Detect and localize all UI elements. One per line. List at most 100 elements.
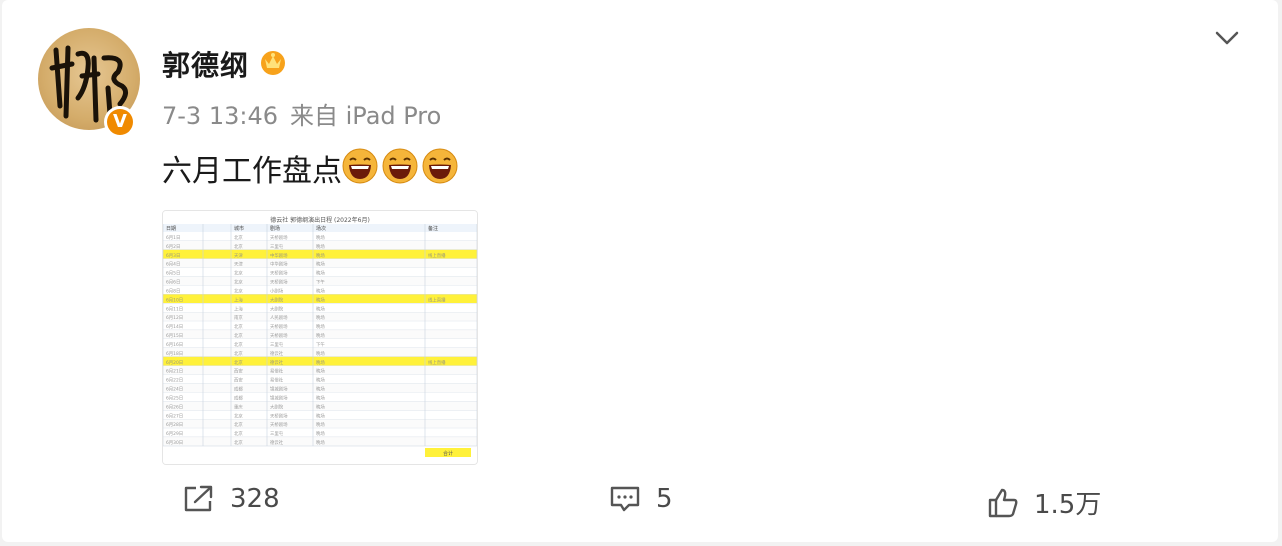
sheet-header-cell: 城市	[234, 225, 244, 232]
sheet-header-cell: 备注	[428, 225, 438, 232]
sheet-cell: 6月5日	[166, 271, 180, 277]
sheet-cell: 德云社	[270, 359, 284, 366]
sheet-cell: 北京	[234, 243, 243, 250]
sheet-cell: 锦城剧场	[270, 386, 288, 393]
laughing-emoji-icon	[422, 148, 458, 184]
sheet-cell: 北京	[234, 234, 243, 241]
sheet-cell: 6月22日	[166, 378, 183, 384]
sheet-cell: 6月21日	[166, 369, 183, 375]
post-time[interactable]: 7-3 13:46	[162, 102, 278, 130]
sheet-cell: 晚场	[316, 243, 325, 250]
weibo-post-card: V 郭德纲 7-3 13:46 来自 iPad Pro 六月工作盘点 德云社 郭…	[2, 0, 1278, 542]
sheet-cell: 上海	[234, 305, 243, 312]
sheet-cell: 6月20日	[166, 360, 183, 366]
emoji-group	[342, 148, 458, 184]
sheet-cell: 北京	[234, 350, 243, 357]
comment-count: 5	[656, 484, 673, 514]
sheet-cell: 三里屯	[270, 341, 284, 348]
sheet-cell: 西安	[234, 377, 243, 384]
sheet-cell: 北京	[234, 359, 243, 366]
comment-button[interactable]: 5	[608, 484, 673, 514]
sheet-cell: 晚场	[316, 350, 325, 357]
sheet-cell: 德云社	[270, 350, 284, 357]
sheet-cell: 北京	[234, 439, 243, 446]
repost-count: 328	[230, 484, 280, 514]
post-text: 六月工作盘点	[162, 154, 342, 189]
sheet-cell: 晚场	[316, 252, 325, 259]
sheet-cell: 6月18日	[166, 351, 183, 357]
sheet-cell: 人民剧场	[270, 314, 288, 321]
sheet-cell: 北京	[234, 279, 243, 286]
sheet-cell: 晚场	[316, 430, 325, 437]
sheet-cell: 6月8日	[166, 288, 180, 294]
sheet-cell: 6月26日	[166, 404, 183, 410]
sheet-cell: 晚场	[316, 234, 325, 241]
sheet-cell: 6月29日	[166, 431, 183, 437]
sheet-cell: 天桥剧场	[270, 234, 288, 241]
sheet-cell: 6月2日	[166, 244, 180, 250]
sheet-cell: 6月11日	[166, 306, 183, 312]
comment-icon	[610, 486, 640, 512]
sheet-cell: 小剧场	[270, 287, 284, 294]
verified-v-icon: V	[107, 109, 133, 135]
sheet-cell: 天津	[234, 261, 243, 268]
sheet-cell: 晚场	[316, 359, 325, 366]
sheet-cell: 大剧院	[270, 305, 284, 312]
sheet-cell: 6月25日	[166, 395, 183, 401]
sheet-cell: 北京	[234, 421, 243, 428]
sheet-cell: 6月12日	[166, 315, 183, 321]
sheet-cell: 上海	[234, 296, 243, 303]
laughing-emoji-icon	[382, 148, 418, 184]
sheet-cell: 天津	[234, 252, 243, 259]
sheet-cell: 大剧院	[270, 403, 284, 410]
sheet-cell: 北京	[234, 430, 243, 437]
sheet-cell: 晚场	[316, 323, 325, 330]
sheet-cell: 6月3日	[166, 253, 180, 259]
username[interactable]: 郭德纲	[162, 44, 249, 84]
sheet-cell: 晚场	[316, 394, 325, 401]
sheet-header-cell: 场次	[316, 225, 326, 232]
sheet-cell: 晚场	[316, 305, 325, 312]
sheet-cell: 北京	[234, 287, 243, 294]
sheet-cell: 晚场	[316, 421, 325, 428]
sheet-cell: 线上直播	[428, 296, 446, 303]
sheet-cell: 大剧院	[270, 296, 284, 303]
sheet-cell: 6月6日	[166, 280, 180, 286]
sheet-cell: 易俗社	[270, 368, 284, 375]
sheet-cell: 6月28日	[166, 422, 183, 428]
post-image[interactable]: 德云社 郭德纲演出日程 (2022年6月) 日期 城市 剧场 场次 备注 6月1日 北京 天桥剧…	[162, 210, 478, 465]
sheet-cell: 三里屯	[270, 430, 284, 437]
sheet-cell: 西安	[234, 368, 243, 375]
sheet-cell: 天桥剧场	[270, 412, 288, 419]
sheet-cell: 晚场	[316, 386, 325, 393]
chevron-down-icon[interactable]	[1214, 28, 1240, 53]
sheet-cell: 晚场	[316, 439, 325, 446]
sheet-cell: 北京	[234, 323, 243, 330]
sheet-cell: 6月15日	[166, 333, 183, 339]
sheet-cell: 晚场	[316, 403, 325, 410]
repost-button[interactable]: 328	[182, 484, 280, 514]
sheet-cell: 晚场	[316, 287, 325, 294]
post-meta: 7-3 13:46 来自 iPad Pro	[162, 96, 453, 131]
sheet-cell: 北京	[234, 341, 243, 348]
repost-icon	[184, 485, 213, 512]
sheet-cell: 下午	[316, 279, 325, 286]
sheet-cell: 北京	[234, 332, 243, 339]
sheet-cell: 天桥剧场	[270, 323, 288, 330]
sheet-cell: 中华剧场	[270, 261, 288, 268]
sheet-cell: 德云社	[270, 439, 284, 446]
vip-crown-icon[interactable]	[258, 48, 288, 81]
like-count: 1.5万	[1034, 490, 1102, 520]
laughing-emoji-icon	[342, 148, 378, 184]
sheet-cell: 晚场	[316, 296, 325, 303]
sheet-cell: 北京	[234, 412, 243, 419]
sheet-cell: 中华剧场	[270, 252, 288, 259]
sheet-cell: 6月16日	[166, 342, 183, 348]
action-bar: 328 5 1.5万	[2, 484, 1278, 520]
like-button[interactable]: 1.5万	[986, 484, 1101, 521]
sheet-cell: 6月1日	[166, 235, 180, 241]
sheet-cell: 晚场	[316, 412, 325, 419]
post-source: 来自 iPad Pro	[290, 102, 442, 130]
sheet-cell: 天桥剧场	[270, 279, 288, 286]
sheet-cell: 晚场	[316, 368, 325, 375]
